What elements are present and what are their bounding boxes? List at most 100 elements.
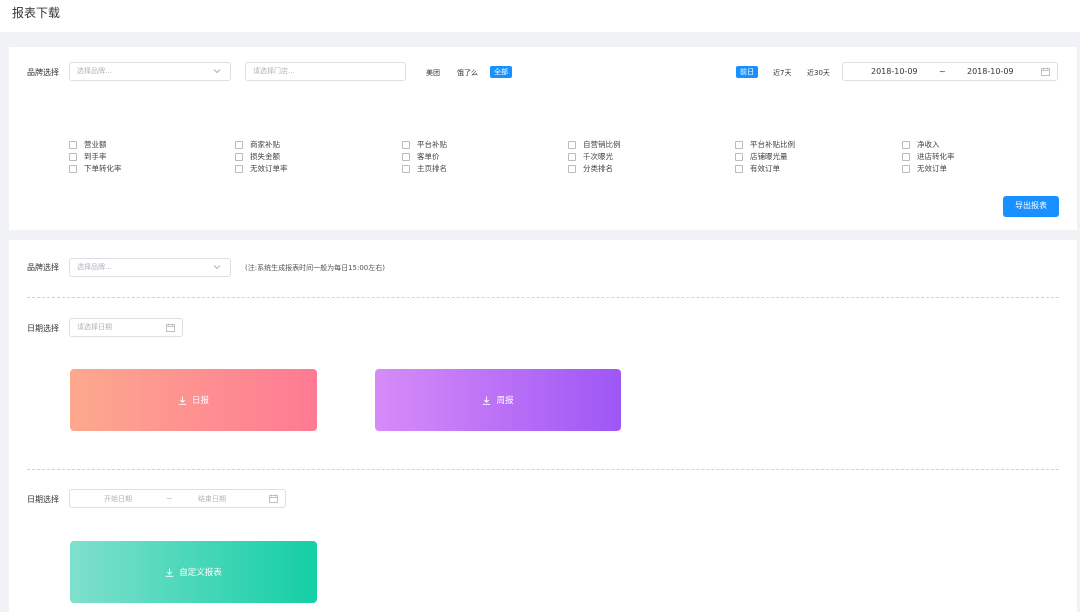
download-brand-placeholder: 选择品牌... <box>77 263 112 271</box>
divider <box>27 469 1059 470</box>
date-input[interactable]: 请选择日期 <box>69 318 183 337</box>
download-brand-select[interactable]: 选择品牌... <box>69 258 231 277</box>
metric-checkbox[interactable]: 有效订单 <box>735 164 780 174</box>
metric-checkbox[interactable]: 平台补贴比例 <box>735 140 795 150</box>
checkbox-box <box>235 165 243 173</box>
calendar-icon <box>269 494 278 503</box>
custom-report-label: 自定义报表 <box>179 568 222 578</box>
checkbox-box <box>69 141 77 149</box>
checkbox-box <box>902 141 910 149</box>
metric-checkbox[interactable]: 客单价 <box>402 152 440 162</box>
metric-label: 净收入 <box>917 140 940 149</box>
checkbox-box <box>69 165 77 173</box>
platform-eleme[interactable]: 饿了么 <box>457 68 478 78</box>
date-range-picker[interactable]: 2018-10-09 ~ 2018-10-09 <box>842 62 1058 81</box>
metric-label: 商家补贴 <box>250 140 280 149</box>
download-card: 品牌选择 选择品牌... (注:系统生成报表时间一般为每日15:00左右) 日期… <box>9 240 1077 612</box>
report-time-note: (注:系统生成报表时间一般为每日15:00左右) <box>245 264 385 272</box>
chevron-down-icon <box>212 262 222 272</box>
store-input-placeholder: 请选择门店... <box>253 67 295 75</box>
checkbox-box <box>735 153 743 161</box>
metric-label: 分类排名 <box>583 164 613 173</box>
range-start-placeholder: 开始日期 <box>104 495 132 503</box>
calendar-icon <box>1041 67 1050 76</box>
export-report-button[interactable]: 导出报表 <box>1003 196 1059 217</box>
date-input-placeholder: 请选择日期 <box>77 323 112 331</box>
download-icon <box>178 396 187 405</box>
checkbox-box <box>568 153 576 161</box>
divider <box>27 297 1059 298</box>
checkbox-box <box>402 153 410 161</box>
date-end: 2018-10-09 <box>967 67 1014 76</box>
metric-checkbox[interactable]: 营业额 <box>69 140 107 150</box>
custom-report-button[interactable]: 自定义报表 <box>70 541 317 603</box>
metric-label: 有效订单 <box>750 164 780 173</box>
metric-label: 下单转化率 <box>84 164 122 173</box>
platform-meituan[interactable]: 美团 <box>426 68 440 78</box>
date-separator: ~ <box>939 67 946 76</box>
metric-label: 店铺曝光量 <box>750 152 788 161</box>
range-select-label: 日期选择 <box>27 495 59 504</box>
metric-label: 进店转化率 <box>917 152 955 161</box>
daily-report-label: 日报 <box>191 396 209 406</box>
brand-select-placeholder: 选择品牌... <box>77 67 112 75</box>
metric-label: 无效订单率 <box>250 164 288 173</box>
checkbox-box <box>69 153 77 161</box>
checkbox-box <box>568 141 576 149</box>
metric-checkbox[interactable]: 无效订单 <box>902 164 947 174</box>
metric-checkbox[interactable]: 净收入 <box>902 140 940 150</box>
metric-label: 主页排名 <box>417 164 447 173</box>
metric-label: 平台补贴比例 <box>750 140 795 149</box>
chevron-down-icon <box>212 66 222 76</box>
date-select-label: 日期选择 <box>27 324 59 333</box>
download-icon <box>165 568 174 577</box>
metric-checkbox[interactable]: 下单转化率 <box>69 164 122 174</box>
metric-label: 无效订单 <box>917 164 947 173</box>
metric-label: 千次曝光 <box>583 152 613 161</box>
report-date-range-picker[interactable]: 开始日期 ~ 结束日期 <box>69 489 286 508</box>
checkbox-box <box>568 165 576 173</box>
metric-label: 平台补贴 <box>417 140 447 149</box>
store-input[interactable]: 请选择门店... <box>245 62 406 81</box>
checkbox-box <box>235 153 243 161</box>
metric-label: 客单价 <box>417 152 440 161</box>
metric-checkbox[interactable]: 店铺曝光量 <box>735 152 788 162</box>
metric-checkbox[interactable]: 自营销比例 <box>568 140 621 150</box>
metric-checkbox[interactable]: 商家补贴 <box>235 140 280 150</box>
metric-label: 自营销比例 <box>583 140 621 149</box>
metric-label: 营业额 <box>84 140 107 149</box>
range-separator: ~ <box>166 494 173 503</box>
metric-checkbox[interactable]: 分类排名 <box>568 164 613 174</box>
range-7-days[interactable]: 近7天 <box>773 68 791 78</box>
checkbox-box <box>235 141 243 149</box>
metric-checkbox[interactable]: 无效订单率 <box>235 164 288 174</box>
page-header: 报表下载 <box>0 0 1080 32</box>
metric-checkbox[interactable]: 到手率 <box>69 152 107 162</box>
daily-report-button[interactable]: 日报 <box>70 369 317 431</box>
metric-checkbox[interactable]: 平台补贴 <box>402 140 447 150</box>
metric-checkbox[interactable]: 主页排名 <box>402 164 447 174</box>
page-title: 报表下载 <box>12 6 61 20</box>
metric-label: 到手率 <box>84 152 107 161</box>
weekly-report-label: 周报 <box>496 396 514 406</box>
metric-checkbox[interactable]: 损失金额 <box>235 152 280 162</box>
metric-checkbox[interactable]: 千次曝光 <box>568 152 613 162</box>
calendar-icon <box>166 323 175 332</box>
range-yesterday[interactable]: 前日 <box>736 66 758 78</box>
download-brand-label: 品牌选择 <box>27 263 59 272</box>
metric-label: 损失金额 <box>250 152 280 161</box>
checkbox-box <box>402 141 410 149</box>
download-icon <box>482 396 491 405</box>
brand-select-label: 品牌选择 <box>27 68 59 77</box>
metric-checkbox[interactable]: 进店转化率 <box>902 152 955 162</box>
date-start: 2018-10-09 <box>871 67 918 76</box>
range-end-placeholder: 结束日期 <box>198 495 226 503</box>
range-30-days[interactable]: 近30天 <box>807 68 830 78</box>
brand-select[interactable]: 选择品牌... <box>69 62 231 81</box>
checkbox-box <box>402 165 410 173</box>
checkbox-box <box>735 141 743 149</box>
checkbox-box <box>735 165 743 173</box>
weekly-report-button[interactable]: 周报 <box>375 369 621 431</box>
checkbox-box <box>902 165 910 173</box>
platform-all[interactable]: 全部 <box>490 66 512 78</box>
